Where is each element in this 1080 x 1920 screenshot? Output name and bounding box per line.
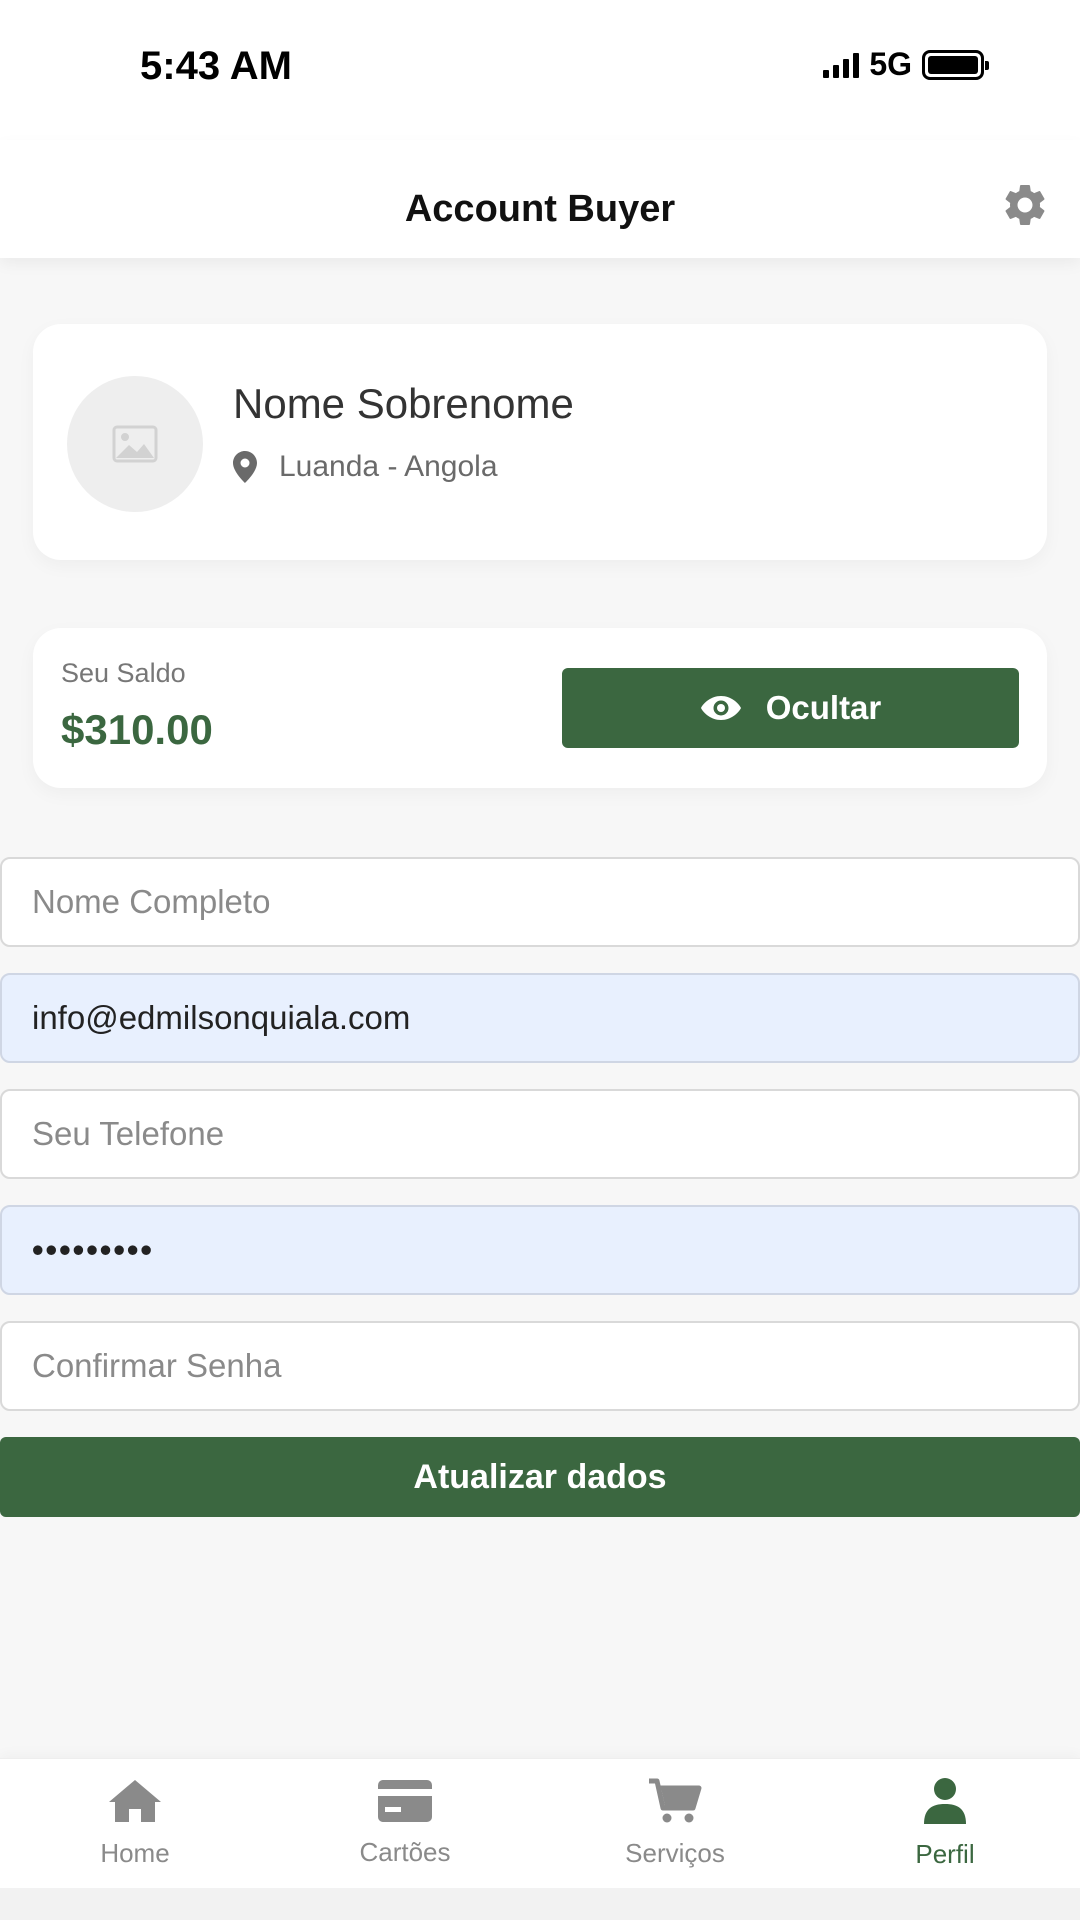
user-icon xyxy=(924,1778,966,1824)
image-placeholder-icon xyxy=(112,425,158,463)
status-indicators: 5G xyxy=(823,46,989,83)
nav-label-services: Serviços xyxy=(625,1838,725,1868)
map-pin-icon xyxy=(233,451,257,483)
update-data-button[interactable]: Atualizar dados xyxy=(0,1437,1080,1517)
profile-location: Luanda - Angola xyxy=(233,450,498,484)
full-name-field[interactable] xyxy=(0,857,1080,947)
cart-icon xyxy=(649,1778,702,1823)
nav-label-cards: Cartões xyxy=(359,1837,451,1867)
battery-icon xyxy=(922,49,989,80)
hide-balance-label: Ocultar xyxy=(765,689,882,726)
gear-icon[interactable] xyxy=(1000,180,1050,230)
nav-item-services[interactable]: Serviços xyxy=(540,1759,810,1888)
location-text: Luanda - Angola xyxy=(279,450,498,483)
home-indicator xyxy=(0,1888,1080,1920)
balance-label: Seu Saldo xyxy=(61,658,186,688)
signal-icon xyxy=(823,52,860,78)
nav-label-home: Home xyxy=(100,1838,170,1868)
nav-label-profile: Perfil xyxy=(915,1839,975,1869)
app-header: Account Buyer xyxy=(0,140,1080,258)
page-title: Account Buyer xyxy=(404,188,676,230)
profile-name: Nome Sobrenome xyxy=(233,380,574,427)
profile-card: Nome Sobrenome Luanda - Angola xyxy=(33,324,1047,560)
balance-card: Seu Saldo $310.00 Ocultar xyxy=(33,628,1047,788)
password-field[interactable] xyxy=(0,1205,1080,1295)
home-icon xyxy=(109,1780,161,1822)
bottom-nav: Home Cartões Serviços Perfil xyxy=(0,1758,1080,1888)
hide-balance-button[interactable]: Ocultar xyxy=(562,668,1019,748)
nav-item-cards[interactable]: Cartões xyxy=(270,1759,540,1888)
avatar[interactable] xyxy=(67,376,203,512)
status-bar: 5:43 AM 5G xyxy=(0,0,1080,140)
nav-item-profile[interactable]: Perfil xyxy=(810,1759,1080,1888)
credit-card-icon xyxy=(378,1780,432,1822)
phone-field[interactable] xyxy=(0,1089,1080,1179)
nav-item-home[interactable]: Home xyxy=(0,1759,270,1888)
confirm-password-field[interactable] xyxy=(0,1321,1080,1411)
eye-icon xyxy=(700,696,741,720)
network-type: 5G xyxy=(869,46,912,82)
balance-value: $310.00 xyxy=(61,706,213,753)
status-time: 5:43 AM xyxy=(140,44,292,88)
email-field[interactable] xyxy=(0,973,1080,1063)
